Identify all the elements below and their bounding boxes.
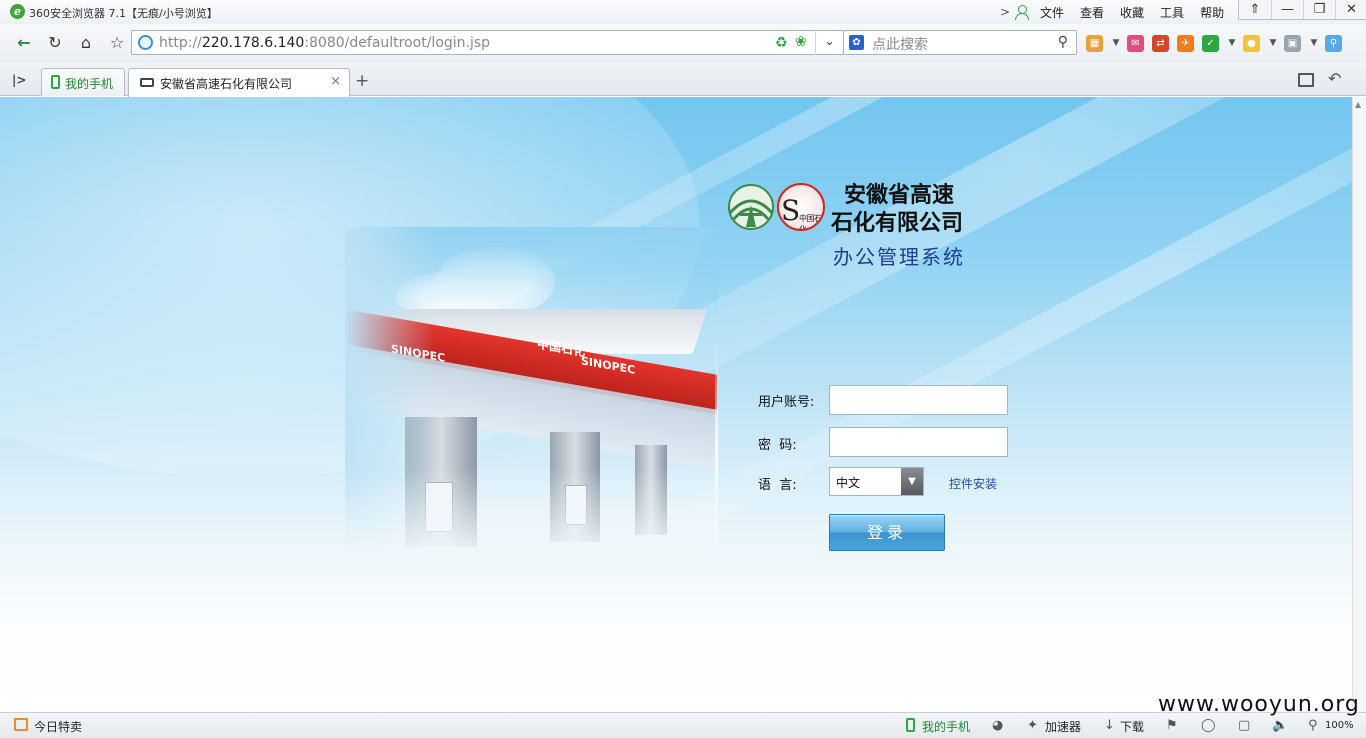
search-placeholder: 点此搜索	[872, 37, 928, 53]
minimize-button[interactable]: —	[1271, 0, 1303, 19]
accelerator-button[interactable]: 加速器	[1045, 718, 1081, 735]
page-favicon-icon	[140, 78, 154, 87]
search-engine-icon[interactable]: ✿	[849, 35, 864, 50]
chevron-down-icon[interactable]: ▼	[1227, 35, 1237, 52]
volume-icon[interactable]: 🔈	[1272, 718, 1288, 733]
star-icon[interactable]: ☆	[104, 32, 130, 54]
download-button[interactable]: 下载	[1120, 718, 1144, 735]
url-text: http://220.178.6.140:8080/defaultroot/lo…	[159, 35, 491, 51]
game-icon[interactable]: ●	[1243, 34, 1260, 52]
title-bar: e 360安全浏览器 7.1【无痕/小号浏览】 > 文件 查看 收藏 工具 帮助…	[0, 0, 1366, 24]
home-icon[interactable]: ⌂	[73, 32, 99, 54]
tab-active-page[interactable]: 安徽省高速石化有限公司 ×	[128, 68, 350, 97]
mail-icon[interactable]: ✉	[1127, 34, 1144, 52]
url-input[interactable]: http://220.178.6.140:8080/defaultroot/lo…	[131, 30, 844, 55]
username-label: 用户账号:	[758, 395, 815, 410]
vertical-scrollbar[interactable]: ▲	[1352, 97, 1366, 712]
gas-station-image: 中国石化 SINOPEC 中国石化 SINOPEC	[345, 227, 717, 557]
language-label: 语 言:	[758, 478, 797, 493]
search-icon[interactable]: ⚲	[1058, 34, 1068, 50]
image-fade	[345, 467, 717, 557]
chevron-down-icon[interactable]: ▼	[901, 468, 923, 495]
login-button[interactable]: 登录	[829, 514, 945, 551]
chevron-down-icon[interactable]: ▼	[1111, 35, 1121, 52]
apps-icon[interactable]: ▦	[1086, 34, 1103, 52]
chevron-down-icon[interactable]: ▼	[1268, 35, 1278, 52]
user-icon[interactable]	[1014, 4, 1030, 20]
menu-view[interactable]: 查看	[1080, 4, 1104, 21]
flag-icon[interactable]: ⚑	[1166, 718, 1178, 733]
language-select[interactable]: 中文 ▼	[829, 467, 924, 496]
tab-label: 安徽省高速石化有限公司	[160, 77, 293, 91]
company-name-line2: 石化有限公司	[831, 211, 964, 236]
sinopec-logo-icon: S 中国石化	[777, 183, 825, 231]
plugin-install-link[interactable]: 控件安装	[949, 475, 997, 492]
download-icon[interactable]: ↓	[1104, 718, 1115, 733]
flight-icon[interactable]: ✈	[1177, 34, 1194, 52]
browser-logo-icon: e	[10, 4, 25, 19]
panel-divider	[715, 337, 718, 565]
window-controls: ⇑ — ❐ ✕	[1238, 0, 1366, 20]
sidebar-toggle-icon[interactable]: |>	[12, 73, 26, 87]
company-name-line1: 安徽省高速	[844, 183, 955, 208]
password-label: 密 码:	[758, 438, 797, 453]
today-deals-link[interactable]: 今日特卖	[34, 718, 82, 735]
zoom-level[interactable]: 100%	[1325, 720, 1354, 731]
chevron-down-icon[interactable]: ▼	[1309, 35, 1319, 52]
extensions-bar: ▦ ▼ ✉ ⇄ ✈ ✓ ▼ ● ▼ ▣ ▼ ⚲	[1086, 33, 1350, 53]
password-input[interactable]	[829, 427, 1008, 457]
scroll-up-icon[interactable]: ▲	[1355, 100, 1361, 109]
zoom-icon[interactable]: ⚲	[1308, 718, 1318, 733]
phone-icon[interactable]	[906, 718, 915, 732]
menu-help[interactable]: 帮助	[1200, 4, 1224, 21]
logo-letter: S	[781, 194, 801, 227]
speed-icon[interactable]: ◕	[992, 718, 1003, 733]
translate-icon[interactable]: ⇄	[1152, 34, 1169, 52]
window-title: 360安全浏览器 7.1【无痕/小号浏览】	[29, 7, 218, 20]
chevron-right-icon[interactable]: >	[998, 5, 1012, 19]
gift-icon[interactable]	[14, 718, 28, 731]
menu-favorites[interactable]: 收藏	[1120, 4, 1144, 21]
shield-icon[interactable]: ✓	[1202, 34, 1219, 52]
back-icon[interactable]: ←	[11, 32, 37, 54]
close-window-button[interactable]: ✕	[1335, 0, 1366, 19]
expressway-logo-icon	[728, 184, 774, 230]
globe-icon	[138, 35, 153, 50]
leaf-icon[interactable]: ❀	[795, 34, 807, 50]
login-page: 中国石化 SINOPEC 中国石化 SINOPEC	[0, 97, 1352, 712]
system-name: 办公管理系统	[833, 245, 965, 269]
compat-mode-icon[interactable]: ♻	[775, 35, 788, 51]
language-value: 中文	[836, 476, 861, 490]
tab-my-phone[interactable]: 我的手机	[41, 68, 125, 96]
screenshot-icon[interactable]: ▣	[1284, 34, 1301, 52]
tab-label: 我的手机	[65, 77, 114, 91]
zoom-search-icon[interactable]: ⚲	[1325, 34, 1342, 52]
menu-bar: > 文件 查看 收藏 工具 帮助	[998, 0, 1240, 24]
rocket-icon[interactable]: ✦	[1027, 718, 1038, 733]
watermark: www.wooyun.org	[1158, 692, 1360, 717]
username-input[interactable]	[829, 385, 1008, 415]
refresh-icon[interactable]: ↻	[42, 32, 68, 54]
menu-file[interactable]: 文件	[1040, 4, 1064, 21]
menu-tools[interactable]: 工具	[1160, 4, 1184, 21]
window-icon[interactable]: ▢	[1238, 718, 1250, 733]
logo-text: 中国石化	[799, 214, 822, 231]
restore-button[interactable]: ❐	[1303, 0, 1335, 19]
skin-button[interactable]: ⇑	[1239, 0, 1271, 19]
phone-icon	[51, 75, 60, 89]
tab-list-icon[interactable]	[1298, 73, 1314, 87]
undo-close-icon[interactable]: ↶	[1328, 69, 1341, 88]
tab-bar: |> 我的手机 安徽省高速石化有限公司 × + ↶	[0, 63, 1366, 97]
my-phone-link[interactable]: 我的手机	[922, 718, 970, 735]
ie-icon[interactable]: ◯	[1201, 718, 1216, 733]
new-tab-button[interactable]: +	[355, 71, 369, 91]
url-dropdown-icon[interactable]: ⌄	[815, 30, 843, 55]
company-name: 安徽省高速 石化有限公司	[831, 182, 963, 238]
close-tab-icon[interactable]: ×	[330, 74, 341, 89]
search-input[interactable]: ✿ 点此搜索 ⚲	[843, 30, 1077, 55]
